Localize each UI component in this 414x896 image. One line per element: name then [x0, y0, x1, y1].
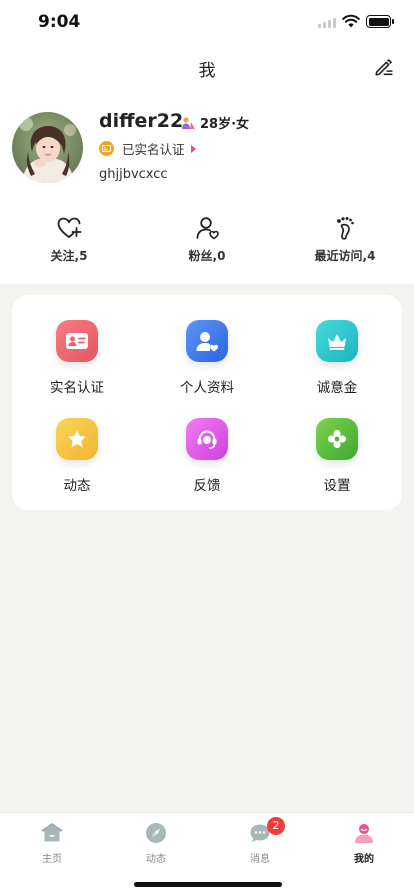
menu-label-profile: 个人资料 — [180, 380, 234, 396]
chevron-right-icon — [190, 144, 196, 153]
stats-row: 关注,5 粉丝,0 最近访问,4 — [0, 215, 414, 275]
tab-messages[interactable]: 2 消息 — [208, 817, 312, 865]
person-heart-icon — [196, 217, 219, 240]
page-title: 我 — [198, 61, 216, 81]
compass-icon — [146, 823, 166, 843]
footprint-icon — [337, 217, 354, 240]
menu-card: 实名认证 个人资料 诚意金 动态 反馈 设置 — [12, 295, 402, 510]
gear-icon — [316, 418, 358, 460]
menu-label-moments: 动态 — [63, 478, 91, 494]
message-badge: 2 — [267, 817, 285, 835]
status-bar: 9:04 — [0, 0, 414, 44]
edit-icon[interactable] — [373, 56, 395, 78]
age-gender-tag: 28岁·女 — [180, 113, 249, 132]
menu-label-feedback: 反馈 — [193, 478, 221, 494]
avatar[interactable] — [12, 112, 83, 183]
profile-section: differ22 28岁·女 已实名认证 ghjjbvcxcc 关注,5 粉丝,… — [0, 90, 414, 284]
signature: ghjjbvcxcc — [99, 167, 168, 182]
profile-icon — [186, 320, 228, 362]
nav-bar: 我 — [0, 44, 414, 90]
stat-recent-visits-label: 最近访问,4 — [314, 249, 376, 263]
menu-item-real-name[interactable]: 实名认证 — [12, 320, 142, 396]
tab-moments-label: 动态 — [146, 854, 166, 865]
tab-moments[interactable]: 动态 — [104, 821, 208, 865]
stat-fans[interactable]: 粉丝,0 — [138, 215, 276, 264]
tab-home-label: 主页 — [42, 854, 62, 865]
menu-item-settings[interactable]: 设置 — [272, 418, 402, 494]
status-time: 9:04 — [38, 12, 81, 32]
id-card-icon — [56, 320, 98, 362]
menu-item-moments[interactable]: 动态 — [12, 418, 142, 494]
tab-messages-label: 消息 — [250, 854, 270, 865]
gender-icon — [182, 116, 195, 129]
me-icon — [355, 824, 373, 843]
verified-row[interactable]: 已实名认证 — [99, 139, 196, 158]
stat-following-label: 关注,5 — [50, 249, 88, 263]
verified-badge-icon — [99, 141, 114, 156]
signal-icon — [318, 18, 336, 28]
battery-icon — [366, 15, 394, 28]
feedback-icon — [186, 418, 228, 460]
verified-label: 已实名认证 — [122, 142, 185, 157]
menu-label-real-name: 实名认证 — [50, 380, 104, 396]
tab-me-label: 我的 — [354, 854, 374, 865]
home-icon — [41, 823, 63, 842]
menu-item-deposit[interactable]: 诚意金 — [272, 320, 402, 396]
tab-home[interactable]: 主页 — [0, 821, 104, 865]
age-gender-text: 28岁·女 — [200, 117, 250, 132]
crown-icon — [316, 320, 358, 362]
wifi-icon — [342, 14, 360, 28]
stat-recent-visits[interactable]: 最近访问,4 — [276, 215, 414, 264]
menu-label-settings: 设置 — [323, 478, 351, 494]
nickname: differ22 — [99, 110, 184, 132]
star-icon — [56, 418, 98, 460]
menu-item-feedback[interactable]: 反馈 — [142, 418, 272, 494]
stat-fans-label: 粉丝,0 — [188, 249, 226, 263]
stat-following[interactable]: 关注,5 — [0, 215, 138, 264]
tab-me[interactable]: 我的 — [312, 821, 414, 865]
menu-label-deposit: 诚意金 — [316, 380, 358, 396]
menu-item-profile[interactable]: 个人资料 — [142, 320, 272, 396]
heart-plus-icon — [57, 217, 82, 238]
home-indicator — [134, 882, 282, 887]
